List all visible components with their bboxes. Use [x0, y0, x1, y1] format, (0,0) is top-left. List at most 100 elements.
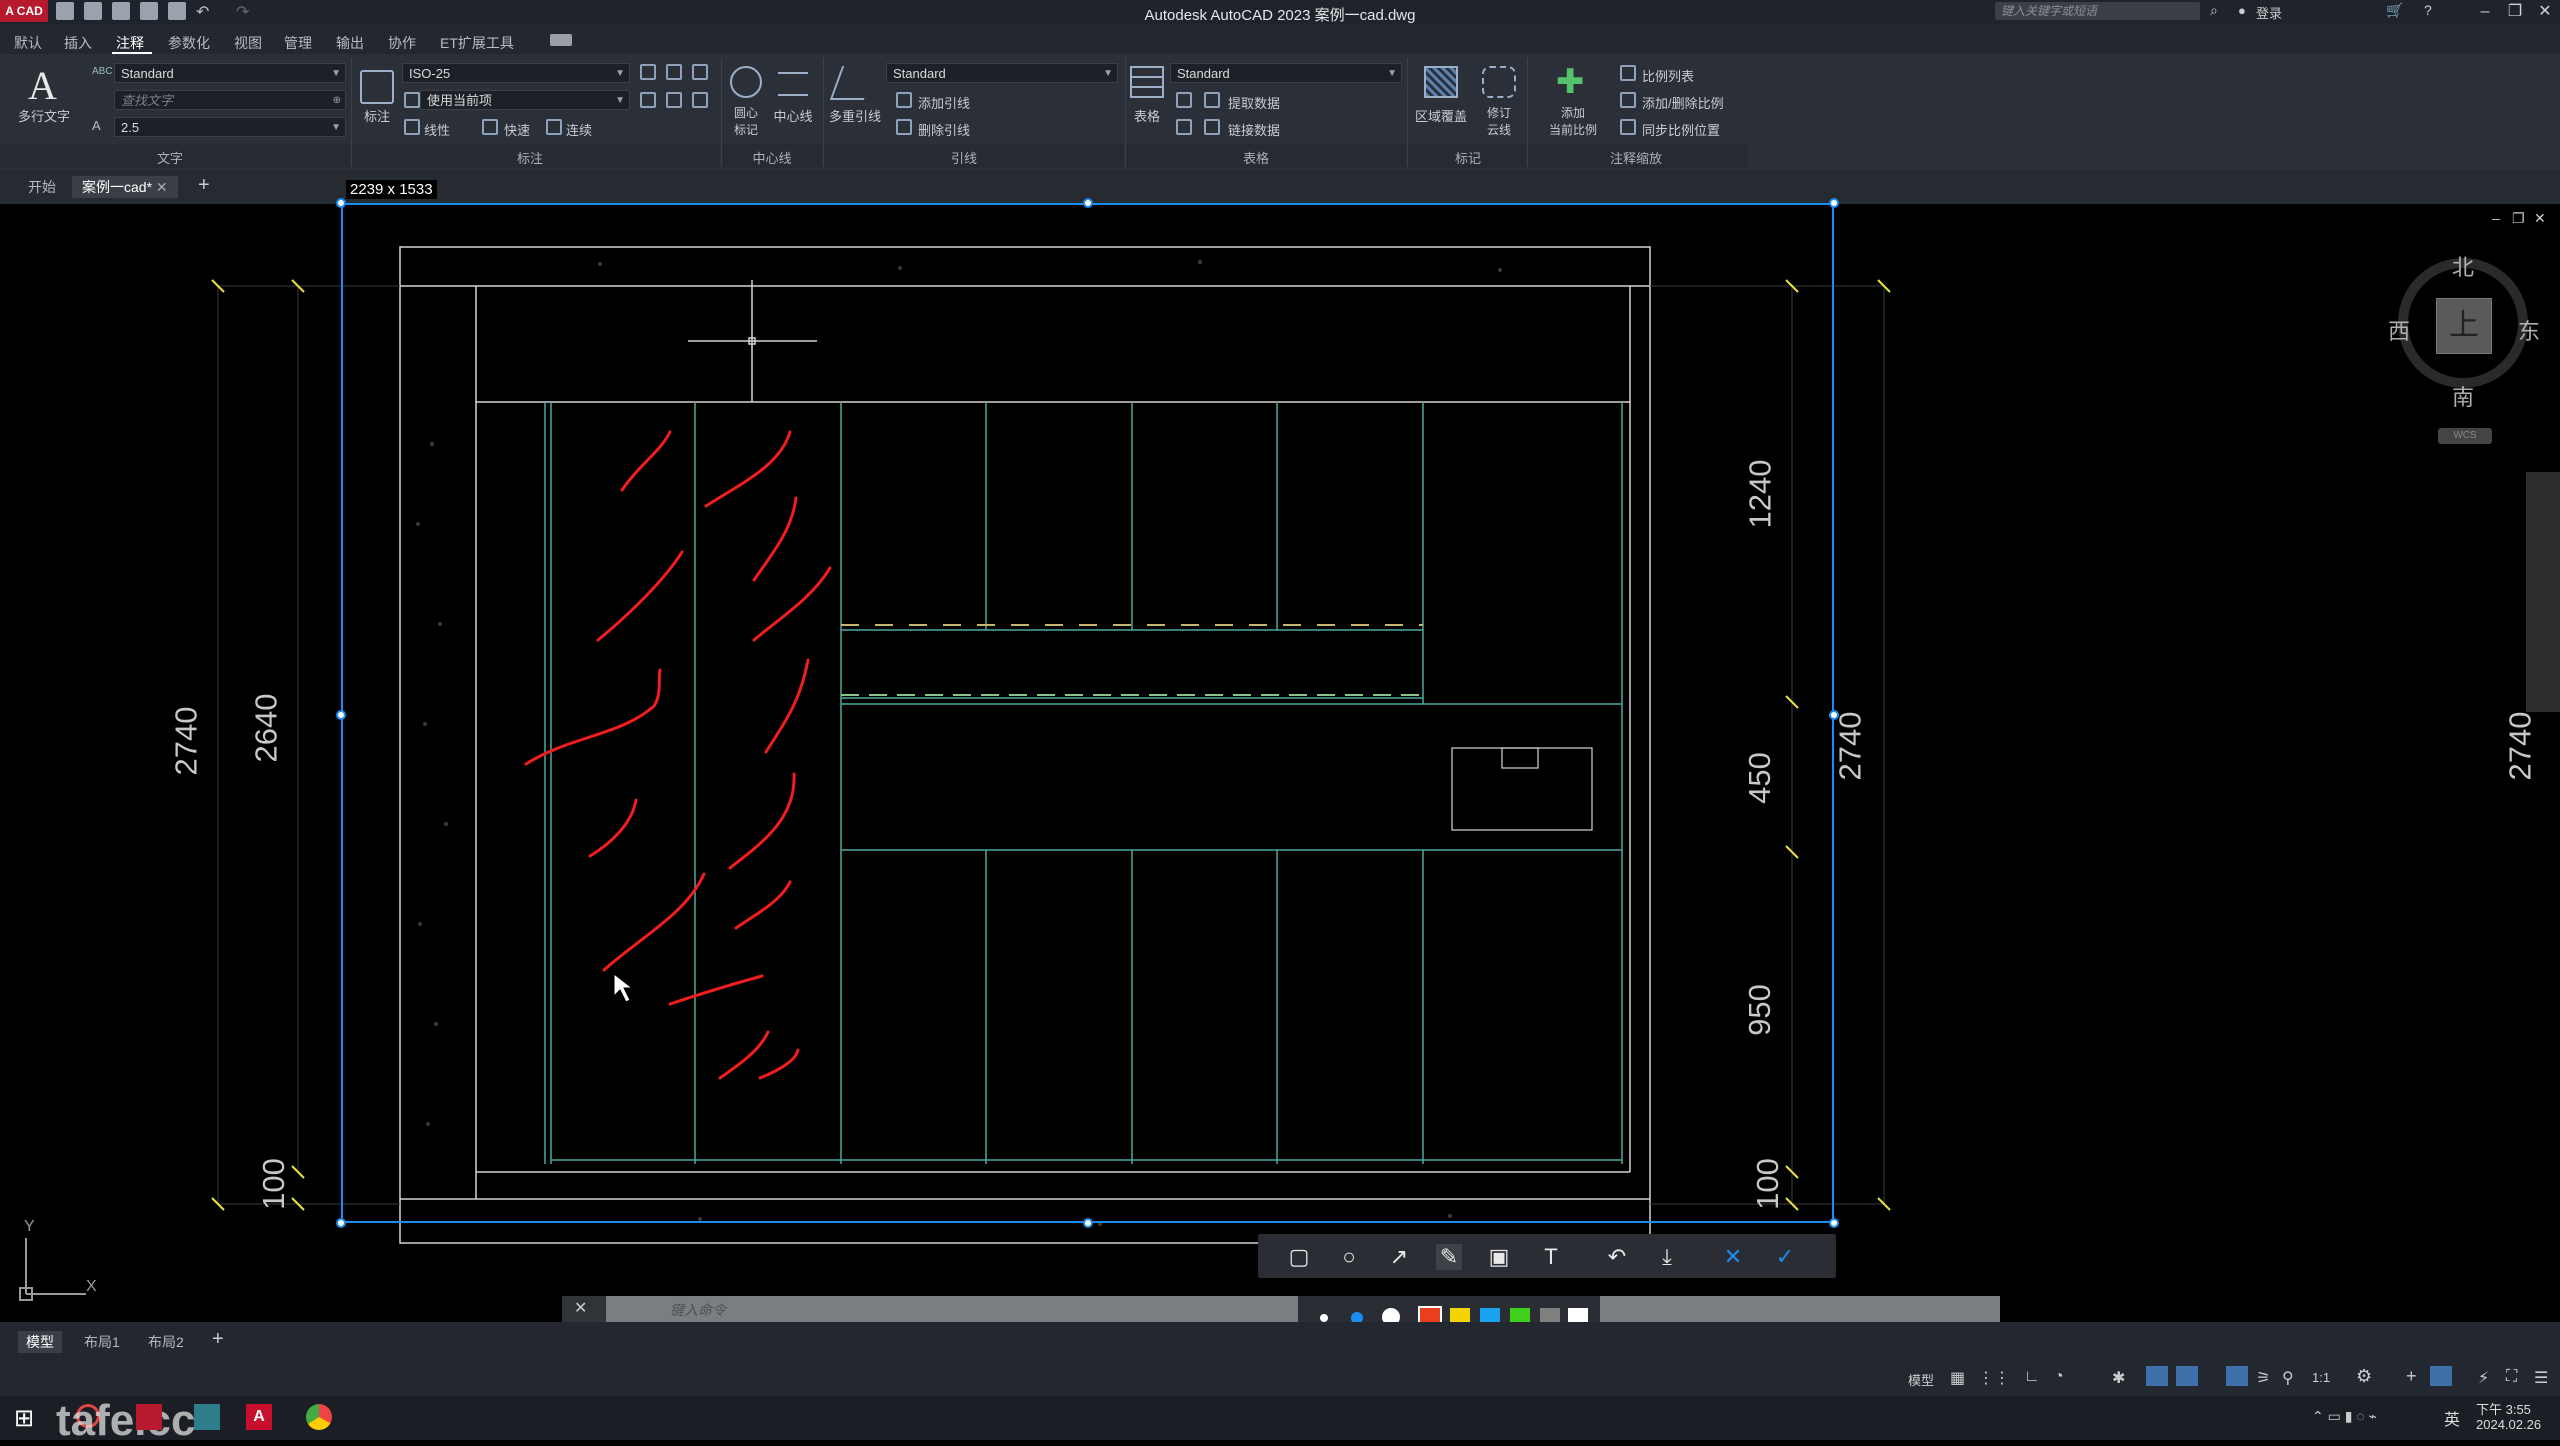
confirm-icon[interactable]: ✓ [1772, 1244, 1798, 1270]
undo-icon[interactable]: ↶ [1604, 1244, 1630, 1270]
quick-dim-icon[interactable] [482, 119, 498, 135]
center-mark-button[interactable]: 圆心 标记 [724, 104, 768, 138]
compass-east-label[interactable]: 东 [2518, 314, 2540, 346]
sync-scale-icon[interactable] [1620, 119, 1636, 135]
isodraft-icon[interactable]: ✱ [2112, 1368, 2125, 1388]
resize-handle[interactable] [1083, 198, 1093, 208]
annotation-scale-icon[interactable]: ⚲ [2282, 1368, 2294, 1388]
resize-handle[interactable] [1083, 1218, 1093, 1228]
add-current-scale-icon[interactable]: ✚ [1556, 62, 1585, 102]
centerline-panel-label[interactable]: 中心线 [732, 148, 812, 167]
tray-icons[interactable]: ⌃ ▭ ▮ ◌ ⌁ [2312, 1408, 2377, 1425]
extract-data-button[interactable]: 提取数据 [1228, 93, 1280, 112]
add-current-scale-button[interactable]: 添加 当前比例 [1540, 104, 1606, 138]
multiline-text-icon[interactable]: A [28, 62, 57, 109]
ribbon-toggle-button[interactable] [550, 34, 572, 46]
resize-handle[interactable] [336, 1218, 346, 1228]
capture-selection-frame[interactable] [341, 203, 1834, 1223]
dim-tool-icon[interactable] [666, 92, 682, 108]
tab-layout2[interactable]: 布局2 [140, 1331, 192, 1353]
chrome-icon[interactable] [306, 1404, 332, 1430]
polar-icon[interactable]: ◔ [2054, 1368, 2064, 1386]
table-tool-icon[interactable] [1176, 119, 1192, 135]
cancel-icon[interactable]: ✕ [1720, 1244, 1746, 1270]
tab-collaborate[interactable]: 协作 [388, 33, 416, 53]
arrow-icon[interactable]: ↗ [1386, 1244, 1412, 1270]
quick-dim-button[interactable]: 快速 [504, 120, 530, 139]
add-delete-scale-button[interactable]: 添加/删除比例 [1642, 93, 1724, 112]
annotation-visibility-icon[interactable] [2226, 1366, 2248, 1386]
dim-tool-icon[interactable] [666, 64, 682, 80]
new-tab-icon[interactable]: + [198, 174, 210, 197]
dim-tool-icon[interactable] [640, 64, 656, 80]
table-icon[interactable] [1130, 66, 1164, 98]
command-input[interactable]: 键入命令 [670, 1300, 726, 1320]
tab-annotate[interactable]: 注释 [116, 33, 144, 53]
markup-panel-label[interactable]: 标记 [1428, 148, 1508, 167]
tab-layout1[interactable]: 布局1 [76, 1331, 128, 1353]
tab-start[interactable]: 开始 [18, 176, 66, 198]
minimize-button[interactable]: – [2470, 0, 2500, 24]
revcloud-icon[interactable] [1482, 66, 1516, 98]
ime-indicator[interactable]: 英 [2444, 1406, 2460, 1430]
model-space-button[interactable]: 模型 [1908, 1370, 1934, 1389]
autocad-taskbar-icon[interactable]: A [246, 1404, 272, 1430]
app-icon[interactable] [194, 1404, 220, 1430]
table-panel-label[interactable]: 表格 [1216, 148, 1296, 167]
text-panel-label[interactable]: 文字 [130, 148, 210, 167]
cart-icon[interactable]: 🛒 [2386, 2, 2403, 19]
compass-north-label[interactable]: 北 [2452, 250, 2474, 282]
viewport-restore-icon[interactable]: ❐ [2512, 210, 2525, 227]
extract-data-icon[interactable] [1204, 92, 1220, 108]
tab-output[interactable]: 输出 [336, 33, 364, 53]
revcloud-button[interactable]: 修订 云线 [1476, 104, 1522, 138]
hardware-acceleration-icon[interactable]: ⚡ [2478, 1368, 2489, 1388]
wcs-menu[interactable]: WCS [2438, 428, 2492, 444]
tab-current-drawing[interactable]: 案例一cad* ✕ [72, 176, 178, 198]
close-command-icon[interactable]: ✕ [574, 1298, 587, 1318]
clock-date[interactable]: 2024.02.26 [2476, 1417, 2541, 1432]
viewport-minimize-icon[interactable]: – [2492, 210, 2500, 226]
tab-insert[interactable]: 插入 [64, 33, 92, 53]
add-layout-icon[interactable]: + [212, 1328, 224, 1351]
text-style-combo[interactable]: Standard ▼ [114, 63, 346, 83]
login-link[interactable]: 登录 [2256, 3, 2282, 22]
text-icon[interactable]: T [1538, 1244, 1564, 1270]
pencil-icon[interactable]: ✎ [1436, 1244, 1462, 1270]
leader-style-combo[interactable]: Standard ▼ [886, 63, 1118, 83]
tab-view[interactable]: 视图 [234, 33, 262, 53]
remove-leader-icon[interactable] [896, 119, 912, 135]
dimension-button[interactable]: 标注 [356, 106, 398, 125]
wipeout-icon[interactable] [1424, 66, 1458, 98]
pen-size-small-icon[interactable] [1320, 1314, 1328, 1322]
tab-default[interactable]: 默认 [14, 33, 42, 53]
resize-handle[interactable] [1829, 198, 1839, 208]
table-button[interactable]: 表格 [1128, 106, 1166, 125]
workspace-gear-icon[interactable]: ⚙ [2356, 1366, 2372, 1387]
leader-panel-label[interactable]: 引线 [924, 148, 1004, 167]
add-delete-scale-icon[interactable] [1620, 92, 1636, 108]
annotation-monitor-icon[interactable]: + [2406, 1366, 2417, 1387]
dim-tool-icon[interactable] [692, 92, 708, 108]
linear-dim-button[interactable]: 线性 [424, 120, 450, 139]
auto-scale-icon[interactable]: ⚞ [2256, 1368, 2270, 1388]
table-tool-icon[interactable] [1176, 92, 1192, 108]
tab-model[interactable]: 模型 [18, 1331, 62, 1353]
resize-handle[interactable] [1829, 1218, 1839, 1228]
dim-layer-combo[interactable]: 使用当前项 ▼ [420, 90, 630, 110]
centerline-button[interactable]: 中心线 [770, 106, 816, 125]
continue-dim-button[interactable]: 连续 [566, 120, 592, 139]
dim-tool-icon[interactable] [692, 64, 708, 80]
search-icon[interactable]: ⌕ [2210, 2, 2218, 19]
dimension-icon[interactable] [360, 70, 394, 104]
table-style-combo[interactable]: Standard ▼ [1170, 63, 1402, 83]
search-input[interactable]: 键入关键字或短语 [1995, 2, 2200, 20]
multileader-button[interactable]: 多重引线 [826, 106, 884, 125]
ellipse-icon[interactable]: ○ [1336, 1244, 1362, 1270]
close-button[interactable]: ✕ [2530, 0, 2560, 24]
wipeout-button[interactable]: 区域覆盖 [1412, 106, 1470, 125]
object-snap-icon[interactable] [2176, 1366, 2198, 1386]
remove-leader-button[interactable]: 删除引线 [918, 120, 970, 139]
tab-et-tools[interactable]: ET扩展工具 [440, 33, 514, 53]
centerline-icon[interactable] [778, 72, 808, 96]
